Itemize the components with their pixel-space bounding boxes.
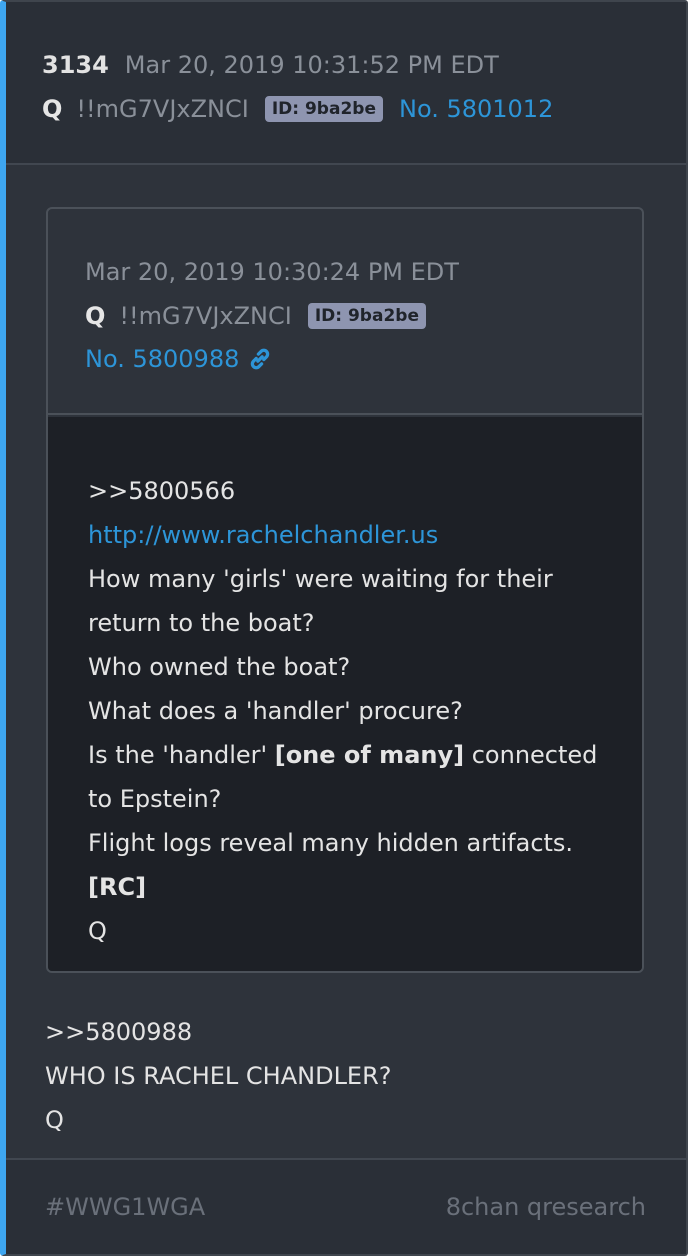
quoted-post-date: Mar 20, 2019 10:30:24 PM EDT xyxy=(85,258,459,286)
text-line: WHO IS RACHEL CHANDLER? xyxy=(45,1062,392,1090)
text-line: What does a 'handler' procure? xyxy=(88,697,463,725)
post-date: Mar 20, 2019 10:31:52 PM EDT xyxy=(124,51,499,79)
post-count: 3134 xyxy=(42,51,109,79)
post-meta-row: 3134 Mar 20, 2019 10:31:52 PM EDT xyxy=(42,46,499,84)
text-line: Is the 'handler' [one of many] connected xyxy=(88,733,608,777)
source-label: 8chan qresearch xyxy=(445,1193,646,1221)
text-segment: connected xyxy=(464,741,598,769)
quoted-post-body: >>5800566 http://www.rachelchandler.us H… xyxy=(48,417,642,971)
post-footer: #WWG1WGA 8chan qresearch xyxy=(6,1158,686,1254)
post-author-row: Q !!mG7VJxZNCI ID: 9ba2be No. 5801012 xyxy=(42,90,553,128)
post-card: 3134 Mar 20, 2019 10:31:52 PM EDT Q !!mG… xyxy=(0,0,688,1256)
quoted-author-tripcode: !!mG7VJxZNCI xyxy=(119,302,292,330)
text-line: How many 'girls' were waiting for their xyxy=(88,565,553,593)
quoted-post-text: >>5800566 http://www.rachelchandler.us H… xyxy=(88,469,608,953)
reply-reference[interactable]: >>5800988 xyxy=(45,1010,645,1054)
quoted-author-name: Q xyxy=(85,302,106,330)
quoted-post-header: Mar 20, 2019 10:30:24 PM EDT Q !!mG7VJxZ… xyxy=(48,209,642,415)
text-line: return to the boat? xyxy=(88,609,315,637)
quoted-post-number-link[interactable]: No. 5800988 xyxy=(85,345,239,373)
post-body-text: >>5800988 WHO IS RACHEL CHANDLER? Q xyxy=(45,1010,645,1142)
text-segment: Is the 'handler' xyxy=(88,741,275,769)
quoted-number-row: No. 5800988 xyxy=(85,340,273,378)
text-line: Who owned the boat? xyxy=(88,653,351,681)
quoted-author-row: Q !!mG7VJxZNCI ID: 9ba2be xyxy=(85,297,442,335)
bold-text: [one of many] xyxy=(274,741,465,769)
hashtag: #WWG1WGA xyxy=(45,1193,206,1221)
text-line: to Epstein? xyxy=(88,785,222,813)
author-tripcode: !!mG7VJxZNCI xyxy=(76,95,249,123)
link-icon[interactable] xyxy=(247,346,273,372)
text-line: Flight logs reveal many hidden artifacts… xyxy=(88,829,574,857)
bold-text: [RC] xyxy=(88,873,147,901)
post-number-link[interactable]: No. 5801012 xyxy=(399,95,553,123)
signature: Q xyxy=(45,1106,64,1134)
reply-reference[interactable]: >>5800566 xyxy=(88,469,608,513)
author-name: Q xyxy=(42,95,63,123)
post-header: 3134 Mar 20, 2019 10:31:52 PM EDT Q !!mG… xyxy=(6,2,686,165)
id-badge: ID: 9ba2be xyxy=(264,96,383,122)
quoted-meta-row: Mar 20, 2019 10:30:24 PM EDT xyxy=(85,253,459,291)
quoted-post: Mar 20, 2019 10:30:24 PM EDT Q !!mG7VJxZ… xyxy=(46,207,644,973)
quoted-id-badge: ID: 9ba2be xyxy=(307,303,426,329)
external-link[interactable]: http://www.rachelchandler.us xyxy=(88,521,438,549)
signature: Q xyxy=(88,917,107,945)
